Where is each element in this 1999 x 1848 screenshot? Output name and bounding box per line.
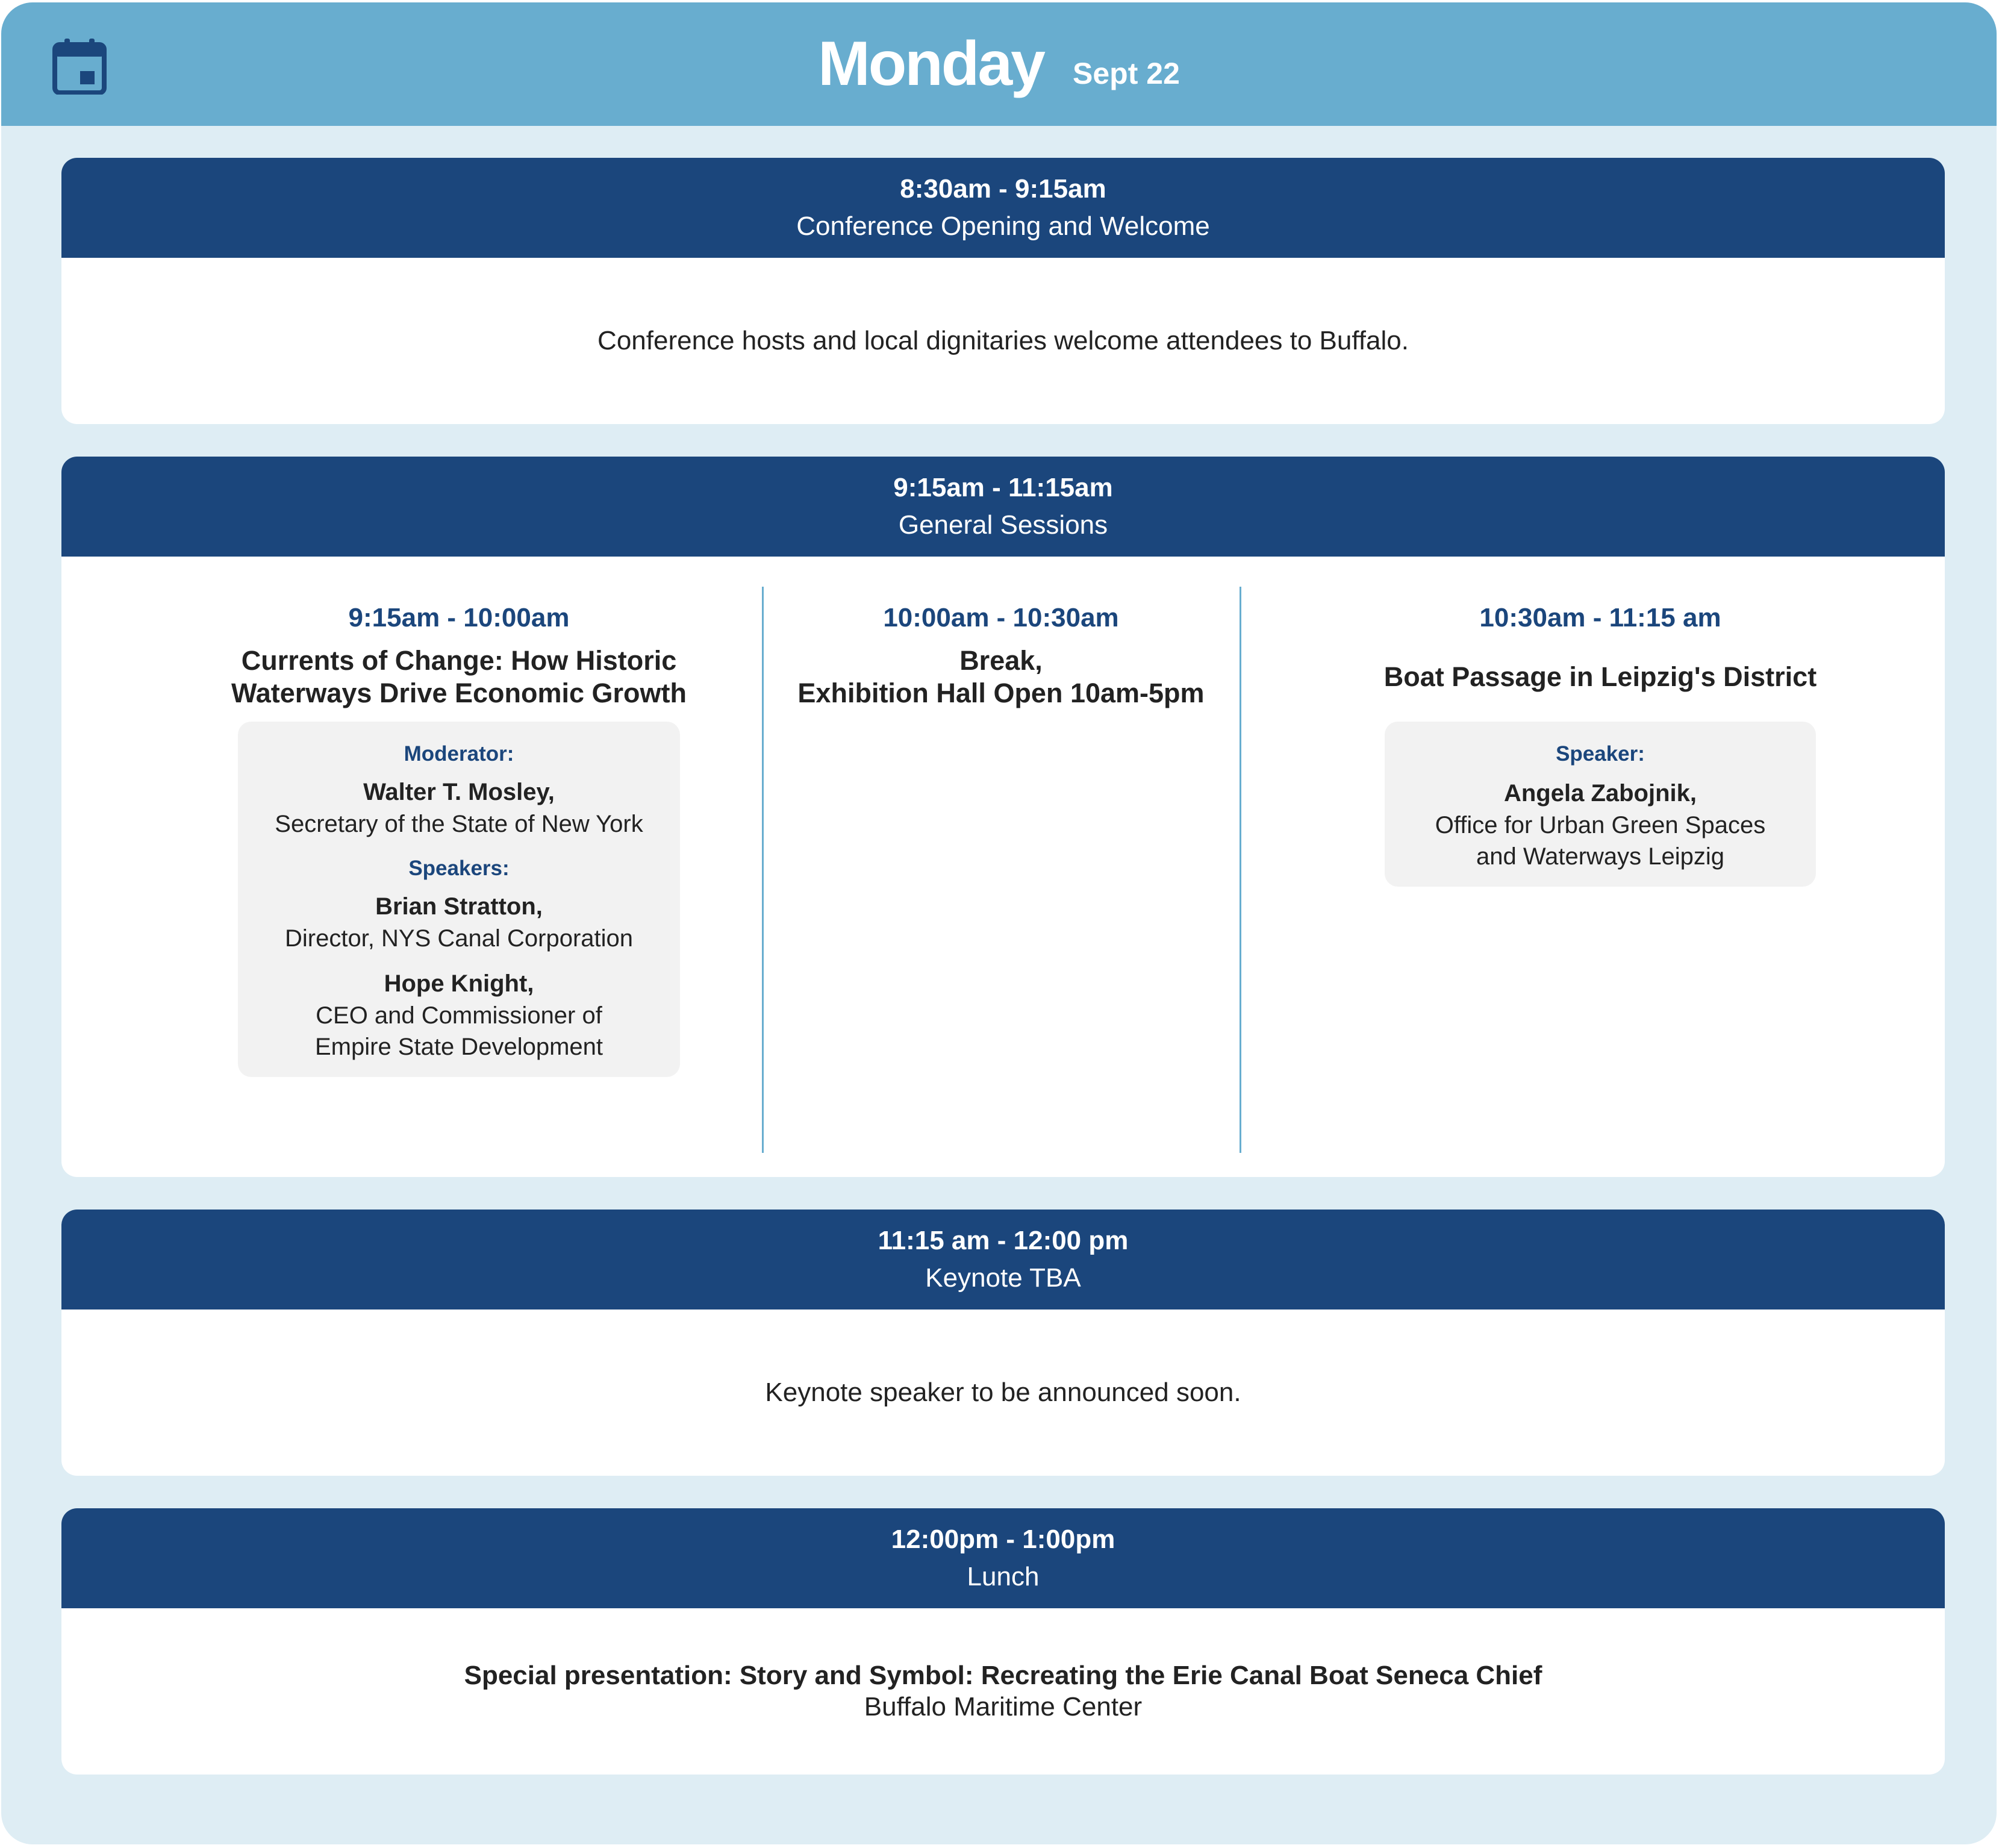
session-title-line: Exhibition Hall Open 10am-5pm [797, 678, 1205, 708]
sessions-grid: 9:15am - 10:00am Currents of Change: How… [61, 557, 1945, 1177]
speakers-label: Speakers: [408, 857, 510, 880]
block-time: 9:15am - 11:15am [893, 473, 1113, 502]
speaker-name: Angela Zabojnik, [1503, 780, 1697, 807]
block-title: Conference Opening and Welcome [796, 211, 1210, 241]
block-time: 12:00pm - 1:00pm [891, 1525, 1115, 1554]
speaker-box: Speaker: Angela Zabojnik, Office for Urb… [1385, 722, 1816, 887]
block-header: 8:30am - 9:15am Conference Opening and W… [61, 158, 1945, 258]
presentation-title: Special presentation: Story and Symbol: … [464, 1661, 1542, 1690]
schedule-block-lunch: 12:00pm - 1:00pm Lunch Special presentat… [61, 1508, 1945, 1775]
session-time: 9:15am - 10:00am [348, 603, 570, 632]
speaker-affiliation: CEO and Commissioner of [316, 1002, 602, 1029]
column-divider [1240, 587, 1241, 1153]
day-name: Monday [818, 29, 1046, 99]
column-divider [762, 587, 764, 1153]
block-header: 11:15 am - 12:00 pm Keynote TBA [61, 1210, 1945, 1310]
block-description: Conference hosts and local dignitaries w… [597, 326, 1409, 355]
block-header: 12:00pm - 1:00pm Lunch [61, 1508, 1945, 1608]
block-title: Lunch [967, 1562, 1040, 1591]
speakers-label: Speaker: [1556, 742, 1645, 766]
block-title: Keynote TBA [925, 1263, 1081, 1293]
session-title: Currents of Change: How Historic Waterwa… [231, 645, 687, 710]
presentation-location: Buffalo Maritime Center [864, 1692, 1143, 1722]
speaker-affiliation: Office for Urban Green Spaces [1435, 812, 1766, 838]
block-time: 11:15 am - 12:00 pm [878, 1226, 1129, 1255]
speaker-name: Brian Stratton, [375, 893, 543, 920]
session-title: Boat Passage in Leipzig's District [1384, 645, 1817, 710]
speaker-affiliation: Empire State Development [314, 1034, 603, 1060]
session-column: 9:15am - 10:00am Currents of Change: How… [194, 600, 724, 1077]
block-time: 8:30am - 9:15am [900, 174, 1106, 204]
session-time: 10:30am - 11:15 am [1479, 603, 1721, 632]
block-body: Special presentation: Story and Symbol: … [61, 1608, 1945, 1775]
day-date: Sept 22 [1073, 56, 1180, 90]
block-body: Conference hosts and local dignitaries w… [61, 258, 1945, 424]
speaker-name: Hope Knight, [384, 970, 534, 997]
speaker-affiliation: Secretary of the State of New York [275, 811, 643, 837]
schedule-block-general-sessions: 9:15am - 11:15am General Sessions 9:15am… [61, 457, 1945, 1177]
schedule-day-panel: Monday Sept 22 8:30am - 9:15am Conferenc… [1, 2, 1997, 1844]
block-body: Keynote speaker to be announced soon. [61, 1310, 1945, 1476]
session-title-line: Break, [959, 645, 1043, 676]
day-header: Monday Sept 22 [1, 2, 1997, 126]
speaker-affiliation: Director, NYS Canal Corporation [284, 925, 634, 952]
session-title-line: Boat Passage in Leipzig's District [1383, 661, 1817, 692]
session-time: 10:00am - 10:30am [883, 603, 1119, 632]
block-title: General Sessions [898, 510, 1108, 540]
block-description: Keynote speaker to be announced soon. [765, 1378, 1241, 1407]
session-title-line: Currents of Change: How Historic [241, 645, 677, 676]
speaker-affiliation: and Waterways Leipzig [1476, 843, 1725, 870]
schedule-block-opening: 8:30am - 9:15am Conference Opening and W… [61, 158, 1945, 424]
session-title-line: Waterways Drive Economic Growth [231, 678, 687, 708]
session-title: Break, Exhibition Hall Open 10am-5pm [797, 645, 1204, 710]
speaker-name: Walter T. Mosley, [363, 779, 555, 805]
block-header: 9:15am - 11:15am General Sessions [61, 457, 1945, 557]
schedule-block-keynote: 11:15 am - 12:00 pm Keynote TBA Keynote … [61, 1210, 1945, 1476]
session-column: 10:00am - 10:30am Break, Exhibition Hall… [766, 600, 1236, 710]
session-column: 10:30am - 11:15 am Boat Passage in Leipz… [1245, 600, 1945, 887]
day-title: Monday Sept 22 [1, 2, 1997, 126]
speaker-box: Moderator: Walter T. Mosley, Secretary o… [238, 722, 680, 1077]
moderator-label: Moderator: [404, 742, 514, 766]
